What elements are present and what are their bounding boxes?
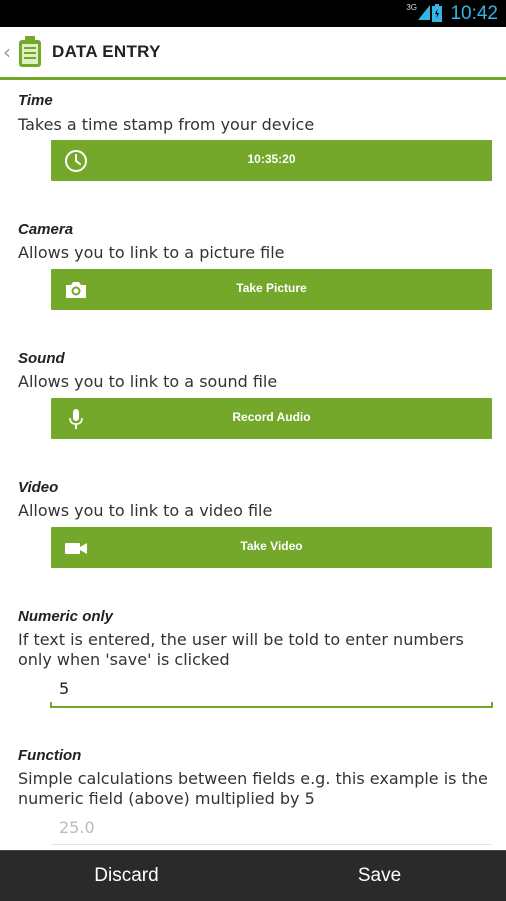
function-result-field: 25.0 xyxy=(51,814,492,845)
numeric-input-value: 5 xyxy=(59,679,70,698)
numeric-input[interactable]: 5 xyxy=(50,676,493,708)
field-title-numeric: Numeric only xyxy=(18,608,114,625)
back-chevron-icon[interactable]: ‹ xyxy=(3,40,11,64)
field-desc-function: Simple calculations between fields e.g. … xyxy=(18,769,488,808)
page-title: DATA ENTRY xyxy=(52,42,161,61)
take-video-label: Take Video xyxy=(240,539,303,553)
take-video-button[interactable]: Take Video xyxy=(51,527,492,568)
battery-icon xyxy=(432,4,442,22)
field-title-video: Video xyxy=(18,479,59,496)
bottom-action-bar: Discard Save xyxy=(0,850,506,901)
action-bar: ‹ DATA ENTRY xyxy=(0,27,506,80)
field-title-function: Function xyxy=(18,747,82,764)
timestamp-button[interactable]: 10:35:20 xyxy=(51,140,492,181)
input-underline-cap-right xyxy=(491,702,493,708)
field-desc-sound: Allows you to link to a sound file xyxy=(18,372,278,391)
signal-icon xyxy=(418,5,430,20)
take-picture-button[interactable]: Take Picture xyxy=(51,269,492,310)
network-type: 3G xyxy=(406,3,417,12)
take-picture-label: Take Picture xyxy=(236,281,307,295)
field-desc-video: Allows you to link to a video file xyxy=(18,501,273,520)
field-desc-camera: Allows you to link to a picture file xyxy=(18,243,285,262)
field-title-sound: Sound xyxy=(18,350,65,367)
field-desc-numeric: If text is entered, the user will be tol… xyxy=(18,630,464,669)
timestamp-button-label: 10:35:20 xyxy=(247,152,296,166)
function-result-value: 25.0 xyxy=(59,818,95,837)
save-button[interactable]: Save xyxy=(253,851,506,901)
status-bar: 3G 10:42 xyxy=(0,0,506,27)
app-logo-icon[interactable] xyxy=(18,36,42,68)
discard-button[interactable]: Discard xyxy=(0,851,253,901)
input-underline-cap-left xyxy=(50,702,52,708)
field-title-camera: Camera xyxy=(18,221,74,238)
field-title-time: Time xyxy=(18,92,53,109)
record-audio-label: Record Audio xyxy=(232,410,311,424)
field-desc-time: Takes a time stamp from your device xyxy=(18,115,315,134)
form-content[interactable]: Time Takes a time stamp from your device… xyxy=(0,80,506,850)
record-audio-button[interactable]: Record Audio xyxy=(51,398,492,439)
status-time: 10:42 xyxy=(450,3,498,24)
